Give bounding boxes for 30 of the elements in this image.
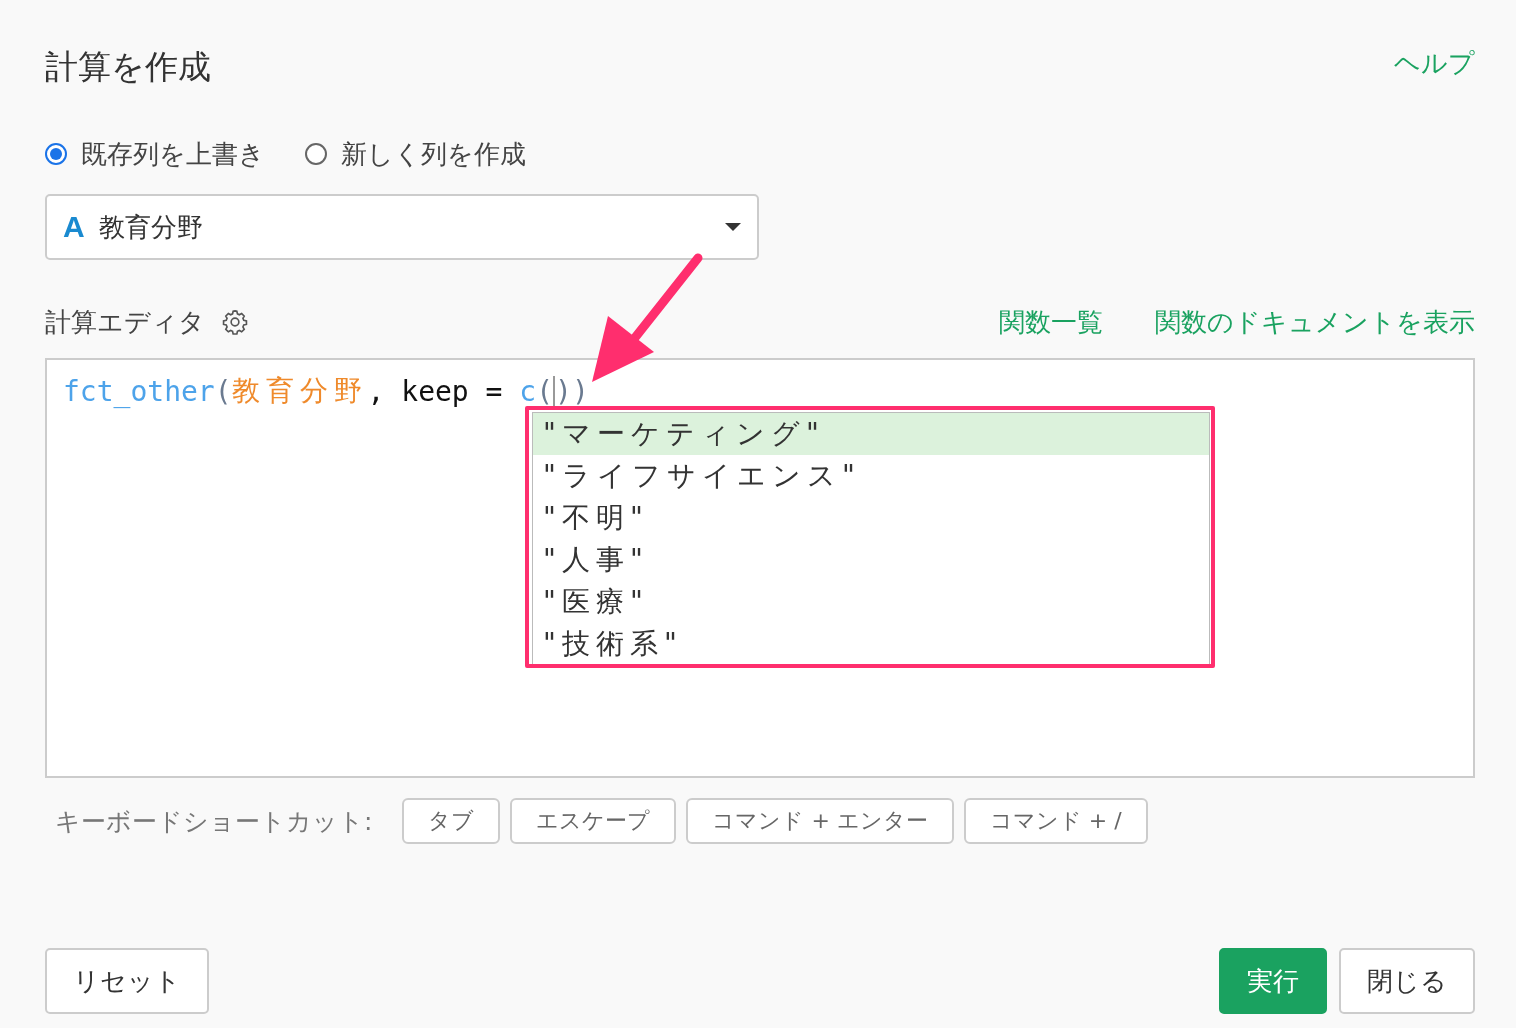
code-token: ( <box>214 374 232 408</box>
shortcut-key: エスケープ <box>510 798 677 844</box>
code-editor[interactable]: fct_other(教育分野, keep = c()) "マーケティング" "ライフサイエンス" "不明" "人事" "医療" "技術系" <box>45 358 1475 778</box>
settings-icon[interactable] <box>221 308 249 336</box>
column-select[interactable]: A 教育分野 <box>45 194 759 260</box>
reset-button[interactable]: リセット <box>45 948 209 1014</box>
editor-label: 計算エディタ <box>45 305 205 339</box>
shortcut-key: コマンド + エンター <box>686 798 954 844</box>
suggestion-item[interactable]: "マーケティング" <box>533 413 1209 455</box>
caret-icon <box>725 223 741 231</box>
suggestion-item[interactable]: "不明" <box>533 497 1209 539</box>
code-token: 教育分野 <box>231 373 368 409</box>
code-token: ) <box>555 374 572 408</box>
close-button[interactable]: 閉じる <box>1339 948 1475 1014</box>
code-token: c <box>519 374 537 408</box>
code-token: ) <box>571 374 589 408</box>
code-token: ( <box>536 374 553 408</box>
suggestion-item[interactable]: "ライフサイエンス" <box>533 455 1209 497</box>
shortcuts-label: キーボードショートカット: <box>55 805 373 838</box>
radio-option[interactable]: 既存列を上書き <box>45 136 265 172</box>
text-type-icon: A <box>63 210 85 244</box>
code-token: fct_other <box>63 374 215 408</box>
radio-option[interactable]: 新しく列を作成 <box>305 136 526 172</box>
suggestion-item[interactable]: "技術系" <box>533 623 1209 665</box>
suggestion-item[interactable]: "人事" <box>533 539 1209 581</box>
code-token: , keep = <box>367 374 504 408</box>
suggestion-item[interactable]: "医療" <box>533 581 1209 623</box>
shortcut-key: コマンド + / <box>963 798 1148 844</box>
shortcut-key: タブ <box>402 798 501 844</box>
dialog-title: 計算を作成 <box>45 45 211 88</box>
